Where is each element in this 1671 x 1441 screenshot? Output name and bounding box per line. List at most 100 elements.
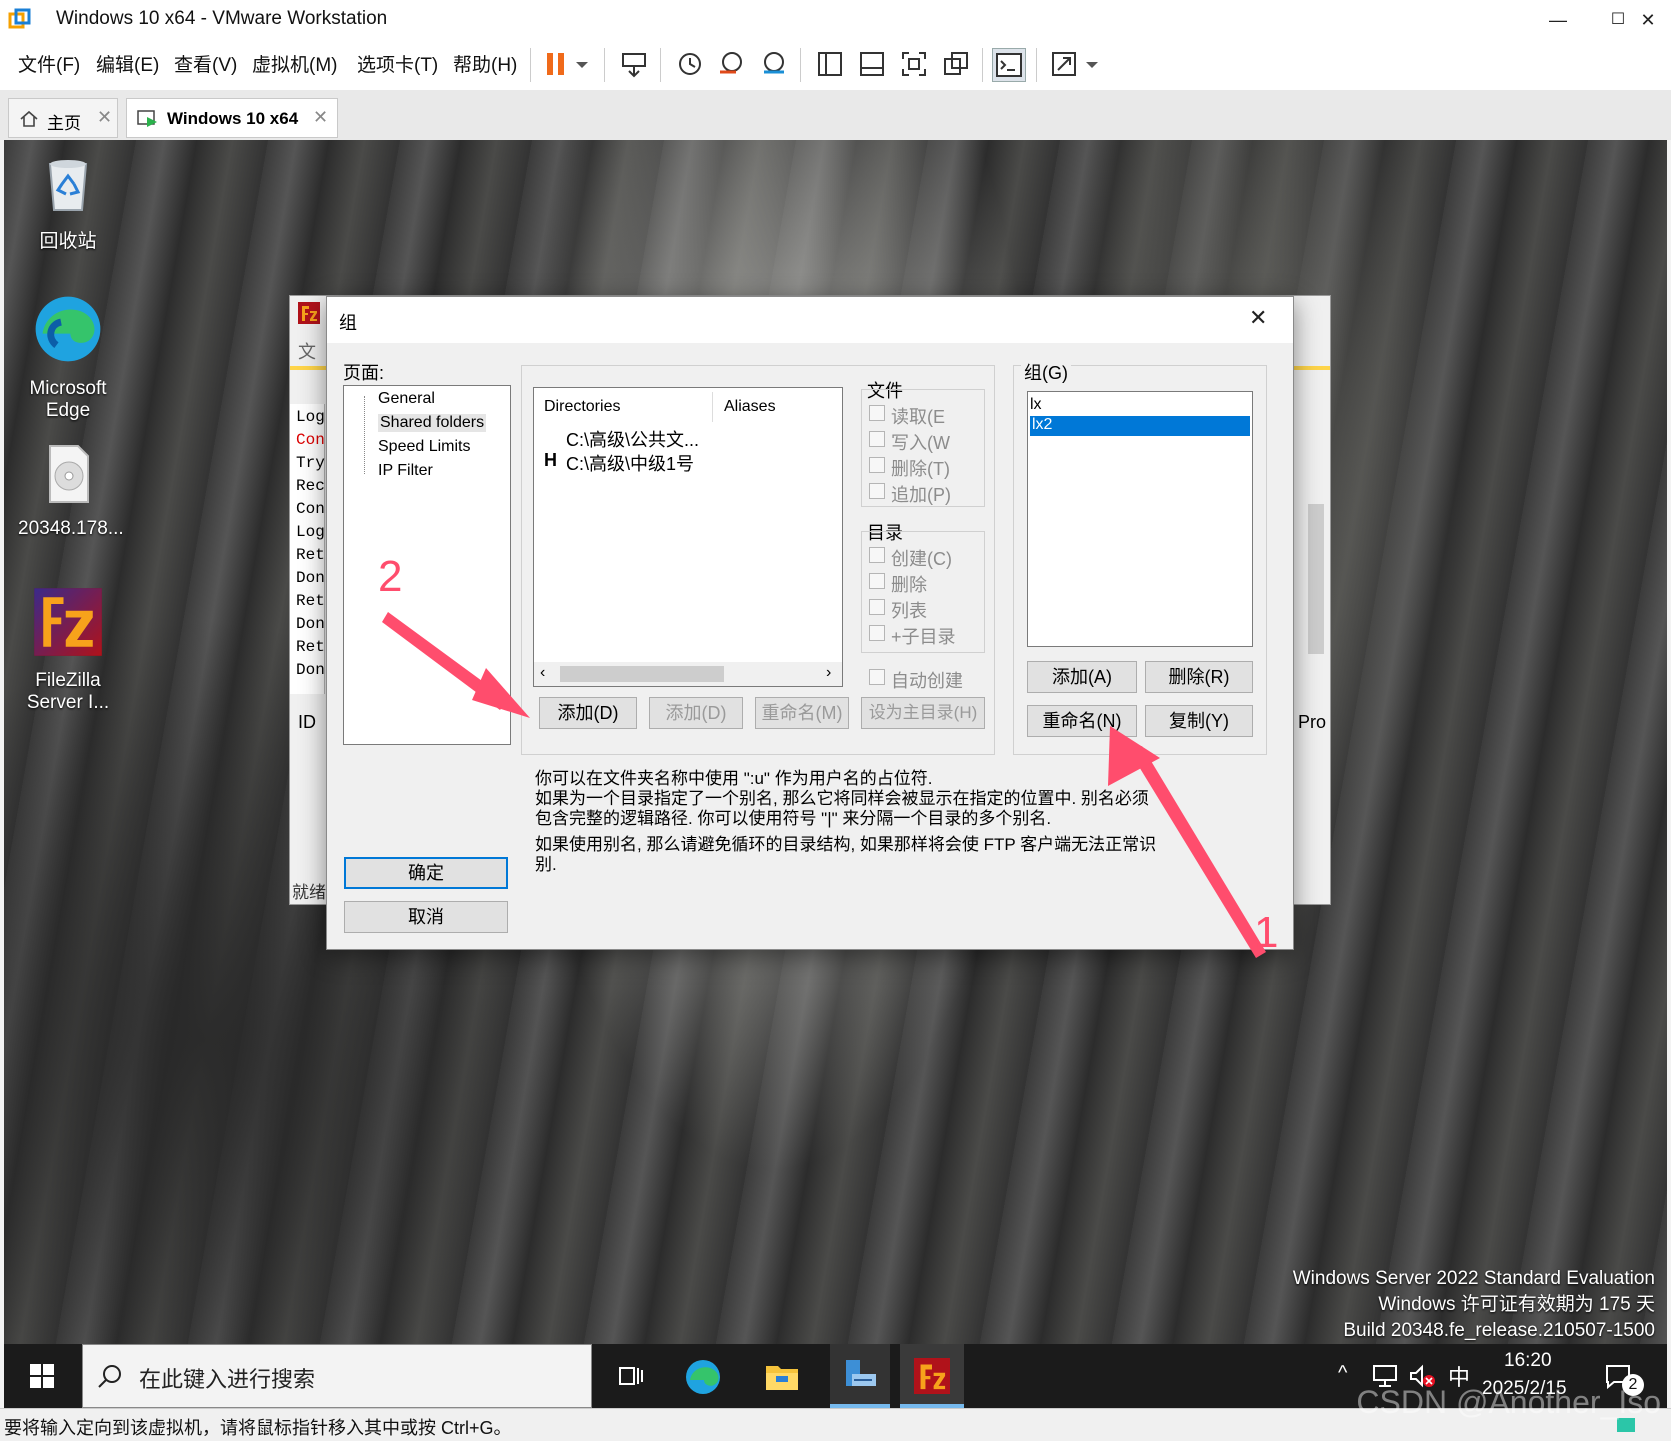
edge-icon (35, 296, 101, 362)
page-speed-limits[interactable]: Speed Limits (378, 438, 471, 456)
tab-windows10[interactable]: Windows 10 x64 ✕ (126, 98, 338, 138)
clock-time[interactable]: 16:20 (1504, 1350, 1552, 1372)
groups-label: 组(G) (1021, 359, 1071, 385)
task-view-icon[interactable] (616, 1362, 644, 1390)
fullscreen-icon[interactable] (898, 48, 930, 80)
send-ctrl-alt-del-icon[interactable] (618, 48, 650, 80)
desktop-icon-label: 回收站 (39, 231, 97, 252)
dialog-close-button[interactable]: ✕ (1249, 305, 1267, 331)
chevron-down-icon[interactable] (1082, 48, 1102, 80)
window-titlebar: Windows 10 x64 - VMware Workstation — ☐ … (0, 0, 1671, 40)
copy-group-button[interactable]: 复制(Y) (1145, 705, 1253, 737)
add-alias-button[interactable]: 添加(D) (649, 697, 743, 729)
chevron-left-icon[interactable]: ‹ (540, 664, 545, 682)
pages-label: 页面: (343, 363, 385, 383)
fz-column-pro: Pro (1298, 712, 1327, 732)
console-view-icon[interactable] (992, 48, 1026, 82)
menu-file[interactable]: 文件(F) (18, 50, 80, 77)
server-manager-icon (846, 1360, 876, 1386)
delete-group-button[interactable]: 删除(R) (1145, 661, 1253, 693)
menu-help[interactable]: 帮助(H) (453, 50, 517, 77)
menu-view[interactable]: 查看(V) (174, 50, 237, 77)
tab-home[interactable]: 主页 ✕ (8, 98, 118, 138)
desktop-icon-recycle-bin[interactable]: 回收站 (18, 150, 118, 253)
status-hint: 要将输入定向到该虚拟机，请将鼠标指针移入其中或按 Ctrl+G。 (4, 1418, 512, 1438)
menubar: 文件(F) 编辑(E) 查看(V) 虚拟机(M) 选项卡(T) 帮助(H) (0, 40, 1671, 91)
sidebar-view-icon[interactable] (814, 48, 846, 80)
group-item-lx[interactable]: lx (1030, 396, 1250, 416)
tab-home-label: 主页 (47, 114, 81, 133)
edge-taskbar-icon[interactable] (684, 1358, 722, 1396)
close-button[interactable]: ✕ (1625, 4, 1671, 36)
desktop-icon-edge[interactable]: Microsoft Edge (18, 292, 118, 422)
pause-icon[interactable] (540, 48, 572, 80)
group-dialog[interactable]: 组 ✕ 页面: General Shared folders Speed Lim… (326, 296, 1294, 950)
directories-list[interactable]: Directories Aliases C:\高级\公共文... H C:\高级… (533, 387, 843, 687)
rename-directory-button[interactable]: 重命名(M) (755, 697, 849, 729)
tab-windows10-label: Windows 10 x64 (167, 109, 299, 128)
vmware-app-icon (8, 8, 31, 29)
fz-status: 就绪 (292, 883, 326, 902)
license-watermark: Windows Server 2022 Standard Evaluation … (1292, 1268, 1655, 1341)
add-group-button[interactable]: 添加(A) (1027, 661, 1137, 693)
filezilla-icon (34, 588, 102, 656)
menu-tabs[interactable]: 选项卡(T) (357, 50, 438, 77)
pages-tree[interactable]: General Shared folders Speed Limits IP F… (343, 385, 511, 745)
unity-view-icon[interactable] (940, 48, 972, 80)
csdn-watermark: CSDN @Another_Iso (1356, 1384, 1661, 1420)
page-ip-filter[interactable]: IP Filter (378, 462, 433, 480)
dialog-title: 组 (339, 313, 357, 333)
minimize-button[interactable]: — (1535, 4, 1581, 36)
recycle-bin-icon (48, 160, 88, 211)
search-icon (98, 1365, 121, 1388)
desktop-icon-label: Microsoft Edge (29, 378, 107, 421)
rename-group-button[interactable]: 重命名(N) (1027, 705, 1137, 737)
desktop-icon-label: 20348.178... (18, 518, 124, 539)
add-directory-button[interactable]: 添加(D) (539, 697, 637, 729)
server-manager-taskbar-item[interactable] (830, 1344, 890, 1408)
snapshot-icon[interactable] (674, 48, 706, 80)
snapshot-manager-icon[interactable] (758, 48, 790, 80)
chevron-up-icon[interactable]: ^ (1338, 1362, 1347, 1385)
window-title: Windows 10 x64 - VMware Workstation (56, 8, 388, 29)
desktop-icon-filezilla[interactable]: FileZilla Server I... (18, 586, 118, 714)
thumbnail-view-icon[interactable] (856, 48, 888, 80)
menu-edit[interactable]: 编辑(E) (96, 50, 159, 77)
chevron-right-icon[interactable]: › (826, 664, 831, 682)
file-explorer-icon[interactable] (764, 1360, 800, 1392)
directory-row[interactable]: H C:\高级\中级1号 (544, 450, 824, 474)
column-directories[interactable]: Directories (544, 398, 620, 416)
group-item-lx2[interactable]: lx2 (1030, 416, 1250, 436)
home-icon (20, 110, 38, 127)
cancel-button[interactable]: 取消 (344, 901, 508, 933)
fz-column-id: ID (298, 712, 316, 732)
menu-vm[interactable]: 虚拟机(M) (252, 50, 337, 77)
vm-tabbar: 主页 ✕ Windows 10 x64 ✕ (0, 90, 1671, 140)
column-aliases[interactable]: Aliases (724, 398, 776, 416)
close-icon[interactable]: ✕ (313, 107, 328, 128)
dialog-titlebar: 组 ✕ (327, 297, 1293, 343)
filezilla-taskbar-item[interactable] (900, 1344, 964, 1408)
horizontal-scrollbar[interactable]: ‹ › (534, 662, 842, 686)
fz-menu-partial[interactable]: 文 (298, 338, 316, 364)
directory-row[interactable]: C:\高级\公共文... (544, 426, 824, 450)
annotation-number-2: 2 (378, 552, 403, 601)
windows-start-icon[interactable] (30, 1364, 54, 1388)
stretch-guest-icon[interactable] (1048, 48, 1080, 80)
vm-running-icon (137, 110, 157, 127)
filezilla-icon (298, 302, 320, 324)
search-placeholder: 在此键入进行搜索 (139, 1367, 316, 1392)
taskbar-search[interactable]: 在此键入进行搜索 (82, 1344, 592, 1408)
chevron-down-icon[interactable] (572, 48, 592, 80)
page-shared-folders[interactable]: Shared folders (378, 414, 487, 432)
ok-button[interactable]: 确定 (344, 857, 508, 889)
desktop-icon-iso[interactable]: 20348.178... (18, 442, 124, 540)
fz-scrollbar[interactable] (1304, 404, 1328, 694)
set-home-directory-button[interactable]: 设为主目录(H) (861, 697, 985, 729)
revert-snapshot-icon[interactable] (716, 48, 748, 80)
close-icon[interactable]: ✕ (97, 107, 112, 128)
groups-list[interactable]: lx lx2 (1027, 391, 1253, 647)
filezilla-icon (914, 1358, 950, 1394)
desktop-icon-label: FileZilla Server I... (26, 670, 110, 713)
page-general[interactable]: General (378, 390, 435, 408)
